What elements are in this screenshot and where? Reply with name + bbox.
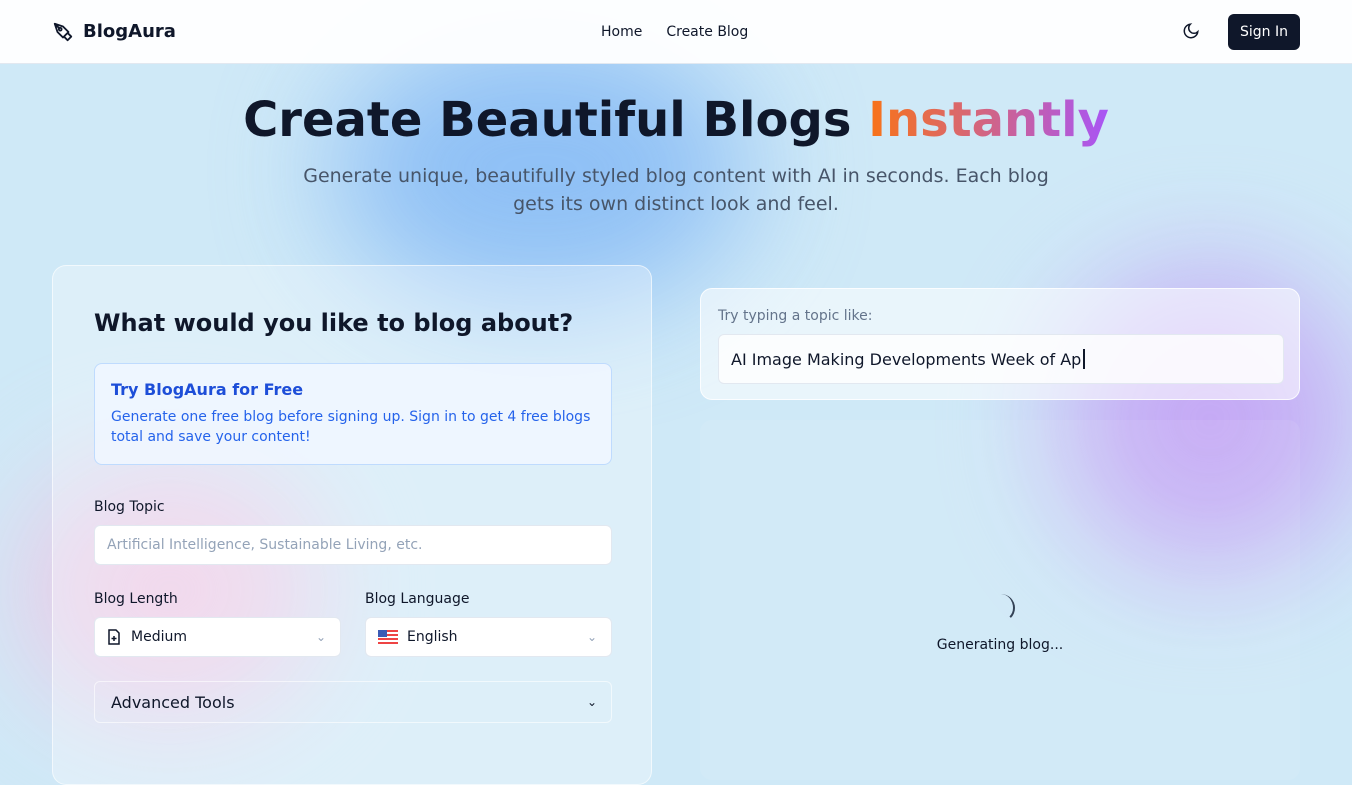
- text-cursor: [1083, 349, 1086, 369]
- nav-create-blog[interactable]: Create Blog: [666, 24, 748, 40]
- brand-name: BlogAura: [83, 21, 176, 42]
- subtitle: Generate unique, beautifully styled blog…: [303, 165, 1049, 215]
- title-main: Create Beautiful Blogs: [243, 92, 869, 148]
- promo-text: Generate one free blog before signing up…: [111, 409, 591, 445]
- file-plus-icon: [108, 629, 120, 645]
- form-heading: What would you like to blog about?: [94, 309, 574, 337]
- length-value: Medium: [131, 629, 187, 645]
- language-label: Blog Language: [365, 591, 470, 607]
- example-topic-field: AI Image Making Developments Week of Ap: [718, 334, 1284, 384]
- generating-status: Generating blog...: [936, 637, 1064, 653]
- brand-logo[interactable]: BlogAura: [52, 21, 176, 43]
- chevron-down-icon: ⌄: [586, 630, 597, 644]
- language-value: English: [407, 629, 458, 645]
- title-accent: Instantly: [868, 92, 1109, 148]
- advanced-tools-label: Advanced Tools: [111, 692, 235, 712]
- typing-text: AI Image Making Developments Week of Ap: [731, 349, 1082, 369]
- topic-example-panel: Try typing a topic like: AI Image Making…: [700, 288, 1300, 400]
- free-trial-notice: Try BlogAura for Free Generate one free …: [94, 363, 612, 465]
- chevron-down-icon: ⌄: [586, 695, 597, 709]
- moon-icon[interactable]: [1182, 22, 1200, 40]
- topic-input[interactable]: Artificial Intelligence, Sustainable Liv…: [94, 525, 612, 565]
- us-flag-icon: [378, 630, 398, 644]
- loading-spinner-icon: [987, 594, 1015, 622]
- topic-label: Blog Topic: [94, 499, 165, 515]
- length-label: Blog Length: [94, 591, 178, 607]
- page-title: Create Beautiful Blogs Instantly: [0, 92, 1352, 148]
- top-nav: BlogAura Home Create Blog Sign In: [0, 0, 1352, 64]
- promo-title: Try BlogAura for Free: [111, 380, 304, 399]
- nav-home[interactable]: Home: [601, 24, 642, 40]
- chevron-down-icon: ⌄: [315, 630, 326, 644]
- pen-nib-icon: [53, 22, 73, 41]
- length-select[interactable]: Medium ⌄: [94, 617, 341, 657]
- language-select[interactable]: English ⌄: [365, 617, 612, 657]
- topic-placeholder: Artificial Intelligence, Sustainable Liv…: [107, 537, 423, 553]
- advanced-tools-toggle[interactable]: Advanced Tools ⌄: [94, 681, 612, 723]
- sign-in-button[interactable]: Sign In: [1228, 14, 1300, 50]
- example-hint: Try typing a topic like:: [718, 308, 873, 324]
- blog-form-card: What would you like to blog about? Try B…: [52, 265, 652, 785]
